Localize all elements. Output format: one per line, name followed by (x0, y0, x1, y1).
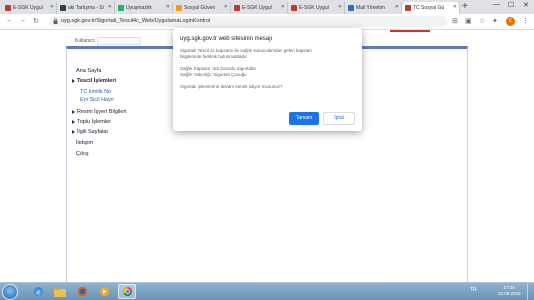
dialog-line: Sigortalı işlemlerine devam etmek istiyo… (180, 84, 283, 89)
profile-avatar[interactable]: c (506, 17, 515, 26)
tab-label: TC Sosyal Gü (413, 5, 445, 11)
browser-tab-active[interactable]: TC Sosyal Gü ✕ (402, 2, 460, 14)
expand-arrow-icon (72, 119, 75, 124)
confirm-dialog: uyg.sgk.gov.tr web sitesinin mesajı Sigo… (173, 28, 362, 131)
browser-tab[interactable]: aki Tartışma - Si ✕ (57, 2, 115, 14)
expand-arrow-icon (72, 109, 75, 114)
browser-tab[interactable]: E-SGK Uygul ✕ (2, 2, 57, 14)
tab-bar: E-SGK Uygul ✕ aki Tartışma - Si ✕ Uyuşma… (0, 0, 534, 14)
close-tab-icon[interactable]: ✕ (108, 4, 112, 10)
new-tab-plus-icon[interactable]: + (462, 1, 468, 12)
clock-date: 22.09.2020 (498, 291, 521, 296)
firefox-icon[interactable] (73, 284, 91, 299)
tab-label: E-SGK Uygul (13, 5, 43, 11)
menu-item-label: Resmi İşyeri Bilgileri (77, 109, 127, 115)
menu-subitem-tc-no[interactable]: TC kimlik No (80, 89, 111, 95)
browser-tab[interactable]: Uyuşmazlık ✕ (115, 2, 173, 14)
taskbar: e TR 17:04 22.09.2020 (0, 282, 534, 300)
bookmark-star-icon[interactable]: ☆ (479, 17, 485, 25)
site-favicon-icon (348, 5, 354, 11)
user-label: Kullanıcı: (75, 38, 96, 44)
menu-item-toplu[interactable]: Toplu İşlemler (72, 119, 111, 125)
menu-item-ilgili[interactable]: İlgili Sayfalar (72, 129, 108, 135)
user-name-field (97, 37, 141, 45)
file-explorer-icon[interactable] (51, 284, 69, 299)
media-player-icon[interactable] (95, 284, 113, 299)
menu-item-tescil[interactable]: Tescil İşlemleri (72, 78, 116, 84)
extension-icon[interactable]: ✦ (492, 17, 498, 25)
system-clock[interactable]: 17:04 22.09.2020 (498, 285, 521, 297)
close-tab-icon[interactable]: ✕ (281, 4, 285, 10)
menu-item-cikis[interactable]: Çıkış (76, 151, 89, 157)
menu-subitem-sicil[interactable]: Eni Sicil Hayır (80, 97, 114, 103)
browser-tab[interactable]: E-SGK Uygul ✕ (288, 2, 345, 14)
start-button[interactable] (2, 284, 18, 300)
close-tab-icon[interactable]: ✕ (338, 4, 342, 10)
tab-label: E-SGK Uygul (242, 5, 272, 11)
forward-arrow-icon[interactable]: → (19, 17, 26, 24)
url-field[interactable]: uyg.sgk.gov.tr/Sigortali_Tescil4c_Web/Uy… (49, 16, 447, 27)
expand-arrow-icon (72, 129, 75, 134)
site-favicon-icon (176, 5, 182, 11)
ie-icon[interactable]: e (29, 284, 47, 299)
menu-item-resmi[interactable]: Resmi İşyeri Bilgileri (72, 109, 127, 115)
language-indicator[interactable]: TR (470, 287, 477, 293)
menu-dots-icon[interactable]: ⋮ (522, 17, 529, 25)
cancel-button[interactable]: İptal (323, 112, 355, 125)
extension-icon[interactable]: ▣ (465, 17, 472, 25)
tab-label: Uyuşmazlık (126, 5, 152, 11)
menu-item-iletisim[interactable]: İletişim (76, 140, 93, 146)
ok-button[interactable]: Tamam (289, 112, 319, 125)
expand-arrow-icon (72, 78, 75, 83)
close-tab-icon[interactable]: ✕ (395, 4, 399, 10)
dialog-title: uyg.sgk.gov.tr web sitesinin mesajı (180, 36, 273, 42)
show-desktop-button[interactable] (527, 283, 534, 300)
chrome-icon[interactable] (118, 284, 136, 299)
reload-icon[interactable]: ↻ (33, 17, 39, 25)
tab-label: E-SGK Uygul (299, 5, 329, 11)
menu-item-label: Tescil İşlemleri (77, 78, 117, 84)
close-tab-icon[interactable]: ✕ (224, 4, 228, 10)
browser-tab[interactable]: Mali Yönetim ✕ (345, 2, 402, 14)
dialog-message: Sigortalı Tescil 4c kapsamı ile sağlık s… (180, 48, 355, 90)
menu-item-home[interactable]: Ana Sayfa (76, 68, 101, 74)
svg-text:e: e (36, 287, 41, 296)
menu-item-label: Toplu İşlemler (77, 119, 111, 125)
maximize-icon[interactable]: ☐ (508, 1, 514, 9)
back-arrow-icon[interactable]: ← (6, 17, 13, 24)
site-favicon-icon (5, 5, 11, 11)
site-favicon-icon (234, 5, 240, 11)
close-tab-icon[interactable]: ✕ (50, 4, 54, 10)
close-tab-icon[interactable]: ✕ (166, 4, 170, 10)
close-tab-icon[interactable]: ✕ (453, 4, 457, 10)
site-favicon-icon (291, 5, 297, 11)
lock-icon (53, 18, 58, 24)
translate-icon[interactable]: ⊞ (452, 17, 458, 25)
site-favicon-icon (60, 5, 66, 11)
minimize-icon[interactable]: — (493, 1, 500, 8)
url-text: uyg.sgk.gov.tr/Sigortali_Tescil4c_Web/Uy… (61, 18, 211, 24)
site-favicon-icon (118, 5, 124, 11)
close-window-icon[interactable]: ✕ (523, 1, 529, 9)
site-favicon-icon (405, 5, 411, 11)
tab-label: Mali Yönetim (356, 5, 385, 11)
tab-label: aki Tartışma - Si (68, 5, 104, 11)
browser-tab[interactable]: E-SGK Uygul ✕ (231, 2, 288, 14)
menu-item-label: İlgili Sayfalar (77, 129, 109, 135)
browser-tab[interactable]: Sosyal Güven ✕ (173, 2, 231, 14)
header-decoration (390, 30, 430, 32)
tab-label: Sosyal Güven (184, 5, 216, 11)
